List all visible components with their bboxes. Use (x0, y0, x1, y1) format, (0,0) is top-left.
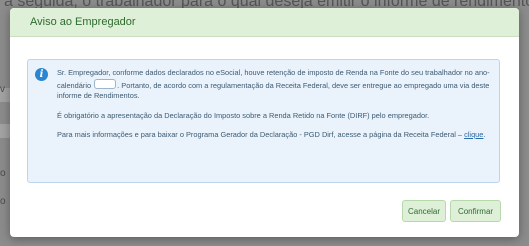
info-paragraph-3-start: Para mais informações e para baixar o Pr… (57, 130, 465, 139)
info-alert: i Sr. Empregador, conforme dados declara… (27, 59, 500, 183)
confirm-button[interactable]: Confirmar (450, 200, 501, 222)
receita-federal-link[interactable]: clique (464, 130, 483, 139)
employer-notice-modal: Aviso ao Empregador i Sr. Empregador, co… (10, 8, 519, 237)
info-paragraph-3: Para mais informações e para baixar o Pr… (57, 130, 493, 141)
cancel-button[interactable]: Cancelar (402, 200, 446, 222)
calendar-year-field (94, 78, 117, 89)
modal-header: Aviso ao Empregador (10, 8, 519, 37)
info-paragraph-2: É obrigatório a apresentação da Declaraç… (57, 110, 430, 120)
info-paragraph-3-end: . (483, 130, 486, 139)
info-circle-icon: i (35, 68, 48, 81)
info-paragraph-1-end: . Portanto, de acordo com a regulamentaç… (57, 80, 490, 101)
background-fragment: o (0, 168, 6, 179)
background-fragment: v (0, 84, 5, 95)
info-alert-text: Sr. Empregador, conforme dados declarado… (57, 68, 493, 150)
background-fragment: o (0, 196, 6, 207)
modal-title: Aviso ao Empregador (30, 16, 136, 28)
info-paragraph-1: Sr. Empregador, conforme dados declarado… (57, 68, 493, 102)
